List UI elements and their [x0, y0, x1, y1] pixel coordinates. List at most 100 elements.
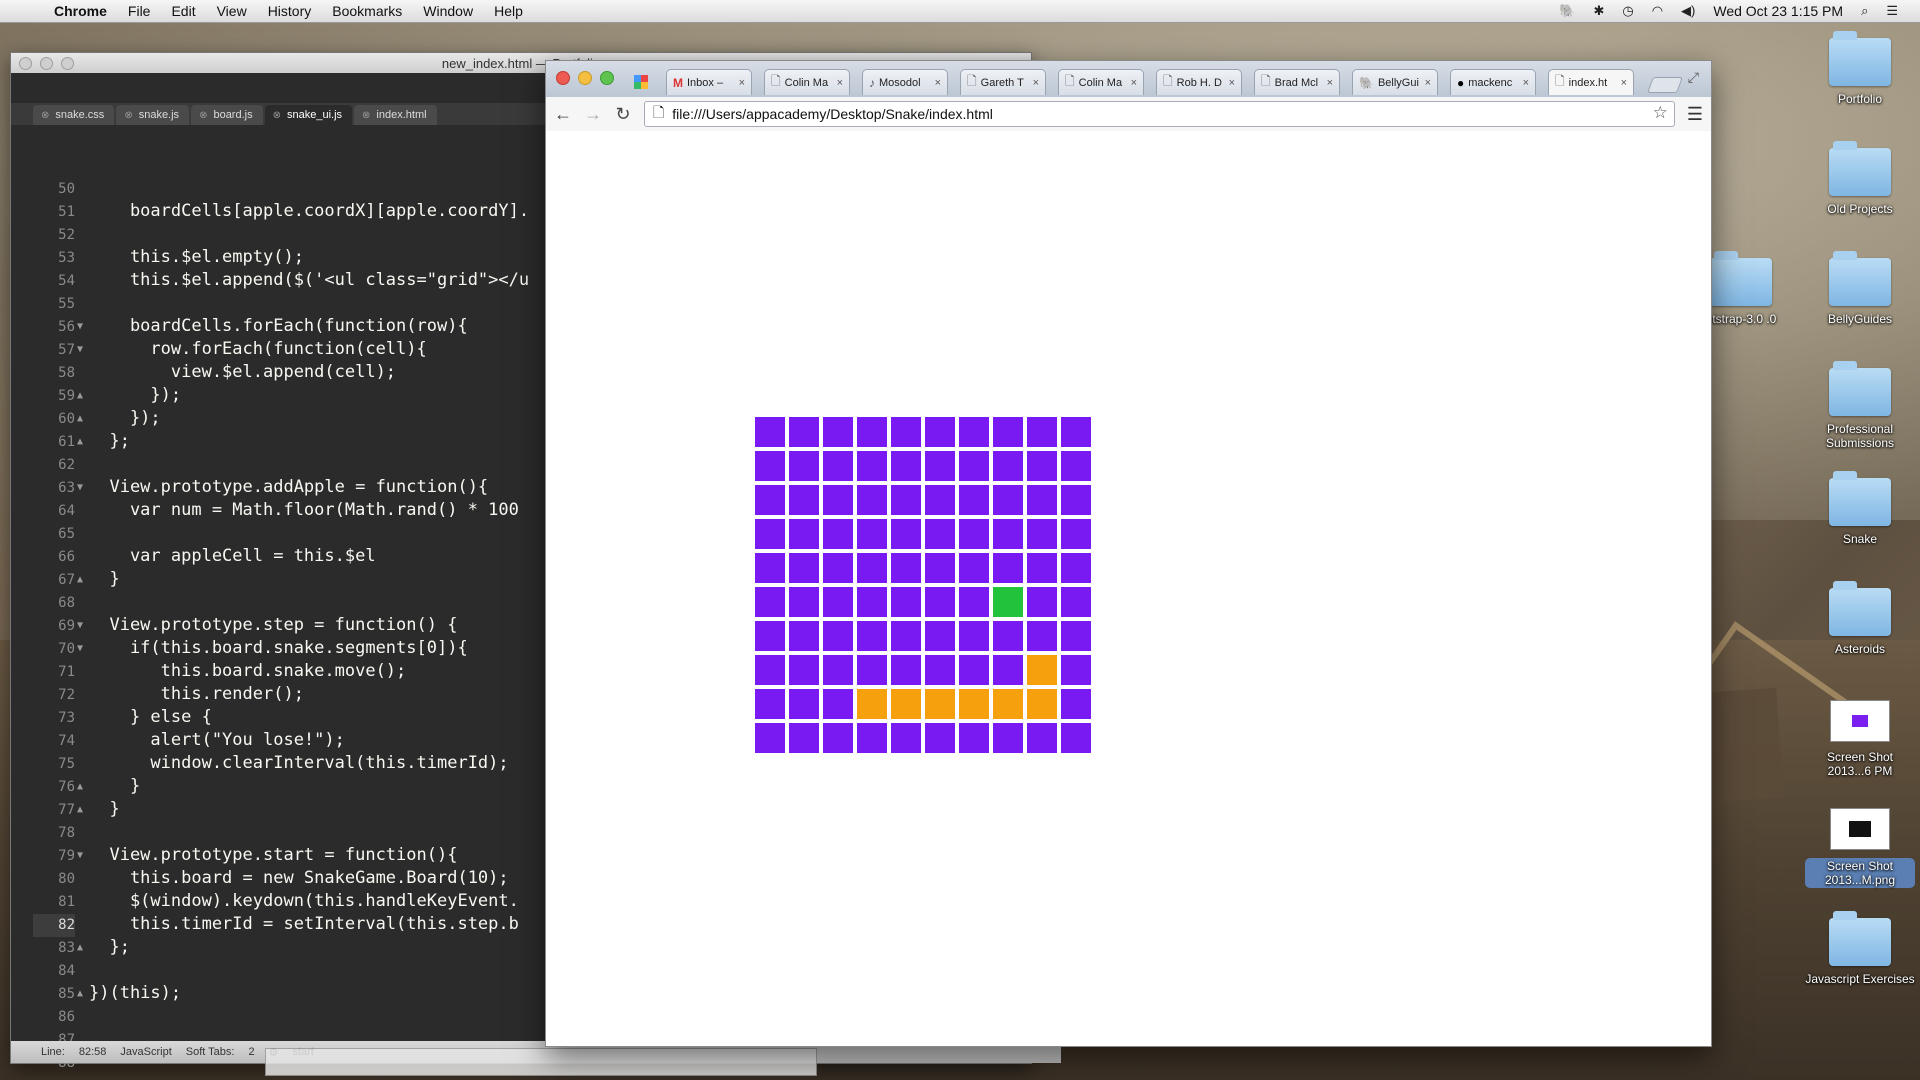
- browser-tab[interactable]: M Inbox – ×: [666, 69, 752, 95]
- back-arrow-icon[interactable]: ←: [554, 104, 572, 125]
- zoom-button[interactable]: [600, 71, 614, 85]
- desktop-folder-asteroids[interactable]: Asteroids: [1805, 581, 1915, 656]
- fold-marker-icon[interactable]: ▼: [77, 315, 83, 338]
- close-tab-icon[interactable]: ⊗: [124, 110, 132, 121]
- fold-marker-icon[interactable]: ▲: [77, 775, 83, 798]
- browser-tab[interactable]: 🗋 Gareth T ×: [960, 69, 1046, 95]
- apps-icon[interactable]: [634, 75, 648, 89]
- close-tab-icon[interactable]: ×: [837, 77, 843, 89]
- new-tab-button[interactable]: [1647, 77, 1683, 93]
- browser-tab-label: index.ht: [1568, 76, 1608, 89]
- browser-window[interactable]: M Inbox – × 🗋 Colin Ma × ♪ Mosodol × 🗋 Gareth T × 🗋…: [545, 60, 1712, 1047]
- close-tab-icon[interactable]: ×: [1327, 77, 1333, 89]
- fold-marker-icon[interactable]: ▲: [77, 430, 83, 453]
- menu-view[interactable]: View: [217, 3, 247, 19]
- browser-window-controls: [556, 71, 614, 85]
- board-cell: [925, 723, 955, 753]
- close-tab-icon[interactable]: ⊗: [199, 110, 207, 121]
- fold-marker-icon[interactable]: ▲: [77, 407, 83, 430]
- soft-tabs-label[interactable]: Soft Tabs:: [186, 1046, 235, 1058]
- code-text: boardCells[apple.coordX][apple.coordY].: [89, 201, 530, 221]
- spotlight-icon[interactable]: ⌕: [1861, 3, 1868, 19]
- close-tab-icon[interactable]: ×: [1131, 77, 1137, 89]
- close-button[interactable]: [19, 57, 32, 70]
- editor-tab[interactable]: ⊗ board.js: [191, 105, 263, 125]
- menu-window[interactable]: Window: [423, 3, 473, 19]
- close-tab-icon[interactable]: ⊗: [362, 110, 370, 121]
- desktop-folder-portfolio[interactable]: Portfolio: [1805, 31, 1915, 106]
- fold-marker-icon[interactable]: ▲: [77, 982, 83, 1005]
- bookmark-star-icon[interactable]: ☆: [1653, 103, 1668, 123]
- close-tab-icon[interactable]: ⊗: [273, 110, 281, 121]
- line-number: 71: [58, 664, 75, 680]
- menu-history[interactable]: History: [268, 3, 312, 19]
- board-cell: [993, 553, 1023, 583]
- zoom-button[interactable]: [61, 57, 74, 70]
- time-machine-icon[interactable]: ◷: [1622, 3, 1633, 19]
- close-tab-icon[interactable]: ×: [935, 77, 941, 89]
- notification-center-icon[interactable]: ☰: [1886, 3, 1898, 19]
- close-tab-icon[interactable]: ×: [1425, 77, 1431, 89]
- fold-marker-icon[interactable]: ▲: [77, 568, 83, 591]
- minimize-button[interactable]: [40, 57, 53, 70]
- desktop-folder-bellyguides[interactable]: BellyGuides: [1805, 251, 1915, 326]
- forward-arrow-icon[interactable]: →: [584, 104, 602, 125]
- browser-tab[interactable]: ● mackenc ×: [1450, 69, 1536, 95]
- desktop-folder-old-projects[interactable]: Old Projects: [1805, 141, 1915, 216]
- fold-marker-icon[interactable]: ▲: [77, 384, 83, 407]
- menu-file[interactable]: File: [128, 3, 151, 19]
- editor-tab[interactable]: ⊗ index.html: [354, 105, 437, 125]
- desktop-icon-label: BellyGuides: [1827, 312, 1893, 326]
- close-tab-icon[interactable]: ×: [1621, 77, 1627, 89]
- editor-tab-active[interactable]: ⊗ snake_ui.js: [264, 105, 353, 125]
- browser-tab[interactable]: 🗋 Colin Ma ×: [1058, 69, 1144, 95]
- close-tab-icon[interactable]: ×: [1523, 77, 1529, 89]
- desktop-icon-label: Javascript Exercises: [1805, 972, 1915, 986]
- desktop-folder-snake[interactable]: Snake: [1805, 471, 1915, 546]
- reload-icon[interactable]: ↻: [614, 104, 632, 125]
- folder-icon: [1710, 251, 1772, 306]
- editor-tab[interactable]: ⊗ snake.css: [33, 105, 115, 125]
- menu-help[interactable]: Help: [494, 3, 523, 19]
- address-url[interactable]: file:///Users/appacademy/Desktop/Snake/i…: [672, 106, 993, 122]
- fold-marker-icon[interactable]: ▼: [77, 614, 83, 637]
- tab-size-value[interactable]: 2: [248, 1046, 254, 1058]
- browser-tab-active[interactable]: 🗋 index.ht ×: [1548, 69, 1634, 95]
- editor-tab[interactable]: ⊗ snake.js: [116, 105, 190, 125]
- bluetooth-icon[interactable]: ✱: [1593, 3, 1604, 19]
- browser-tab[interactable]: 🐘 BellyGui ×: [1352, 69, 1438, 95]
- line-number: 84: [58, 963, 75, 979]
- fold-marker-icon[interactable]: ▲: [77, 936, 83, 959]
- fold-marker-icon[interactable]: ▼: [77, 338, 83, 361]
- fullscreen-icon[interactable]: ⤢: [1688, 69, 1699, 86]
- desktop-screenshot-1[interactable]: Screen Shot 2013...6 PM: [1805, 700, 1915, 778]
- close-tab-icon[interactable]: ⊗: [41, 110, 49, 121]
- fold-marker-icon[interactable]: ▲: [77, 798, 83, 821]
- syntax-selector[interactable]: JavaScript: [120, 1046, 171, 1058]
- menu-bookmarks[interactable]: Bookmarks: [332, 3, 402, 19]
- fold-marker-icon[interactable]: ▼: [77, 476, 83, 499]
- menu-edit[interactable]: Edit: [171, 3, 195, 19]
- browser-tab[interactable]: ♪ Mosodol ×: [862, 69, 948, 95]
- close-tab-icon[interactable]: ×: [1229, 77, 1235, 89]
- close-tab-icon[interactable]: ×: [739, 77, 745, 89]
- desktop-screenshot-2[interactable]: Screen Shot 2013...M.png: [1805, 808, 1915, 888]
- close-button[interactable]: [556, 71, 570, 85]
- page-icon: 🗋: [1163, 74, 1173, 88]
- elephant-icon[interactable]: 🐘: [1559, 3, 1575, 19]
- browser-tab[interactable]: 🗋 Rob H. D ×: [1156, 69, 1242, 95]
- menu-app-name[interactable]: Chrome: [54, 3, 107, 19]
- fold-marker-icon[interactable]: ▼: [77, 637, 83, 660]
- wifi-icon[interactable]: ◠: [1652, 3, 1663, 19]
- volume-icon[interactable]: ◀): [1681, 3, 1695, 19]
- desktop-folder-javascript-exercises[interactable]: Javascript Exercises: [1805, 911, 1915, 986]
- desktop-folder-professional-submissions[interactable]: Professional Submissions: [1805, 361, 1915, 450]
- browser-tab[interactable]: 🗋 Brad Mcl ×: [1254, 69, 1340, 95]
- address-bar[interactable]: 🗋 file:///Users/appacademy/Desktop/Snake…: [644, 101, 1675, 127]
- browser-tab[interactable]: 🗋 Colin Ma ×: [764, 69, 850, 95]
- minimize-button[interactable]: [578, 71, 592, 85]
- chrome-menu-icon[interactable]: ☰: [1687, 104, 1703, 125]
- fold-marker-icon[interactable]: ▼: [77, 844, 83, 867]
- close-tab-icon[interactable]: ×: [1033, 77, 1039, 89]
- menubar-clock[interactable]: Wed Oct 23 1:15 PM: [1713, 3, 1843, 19]
